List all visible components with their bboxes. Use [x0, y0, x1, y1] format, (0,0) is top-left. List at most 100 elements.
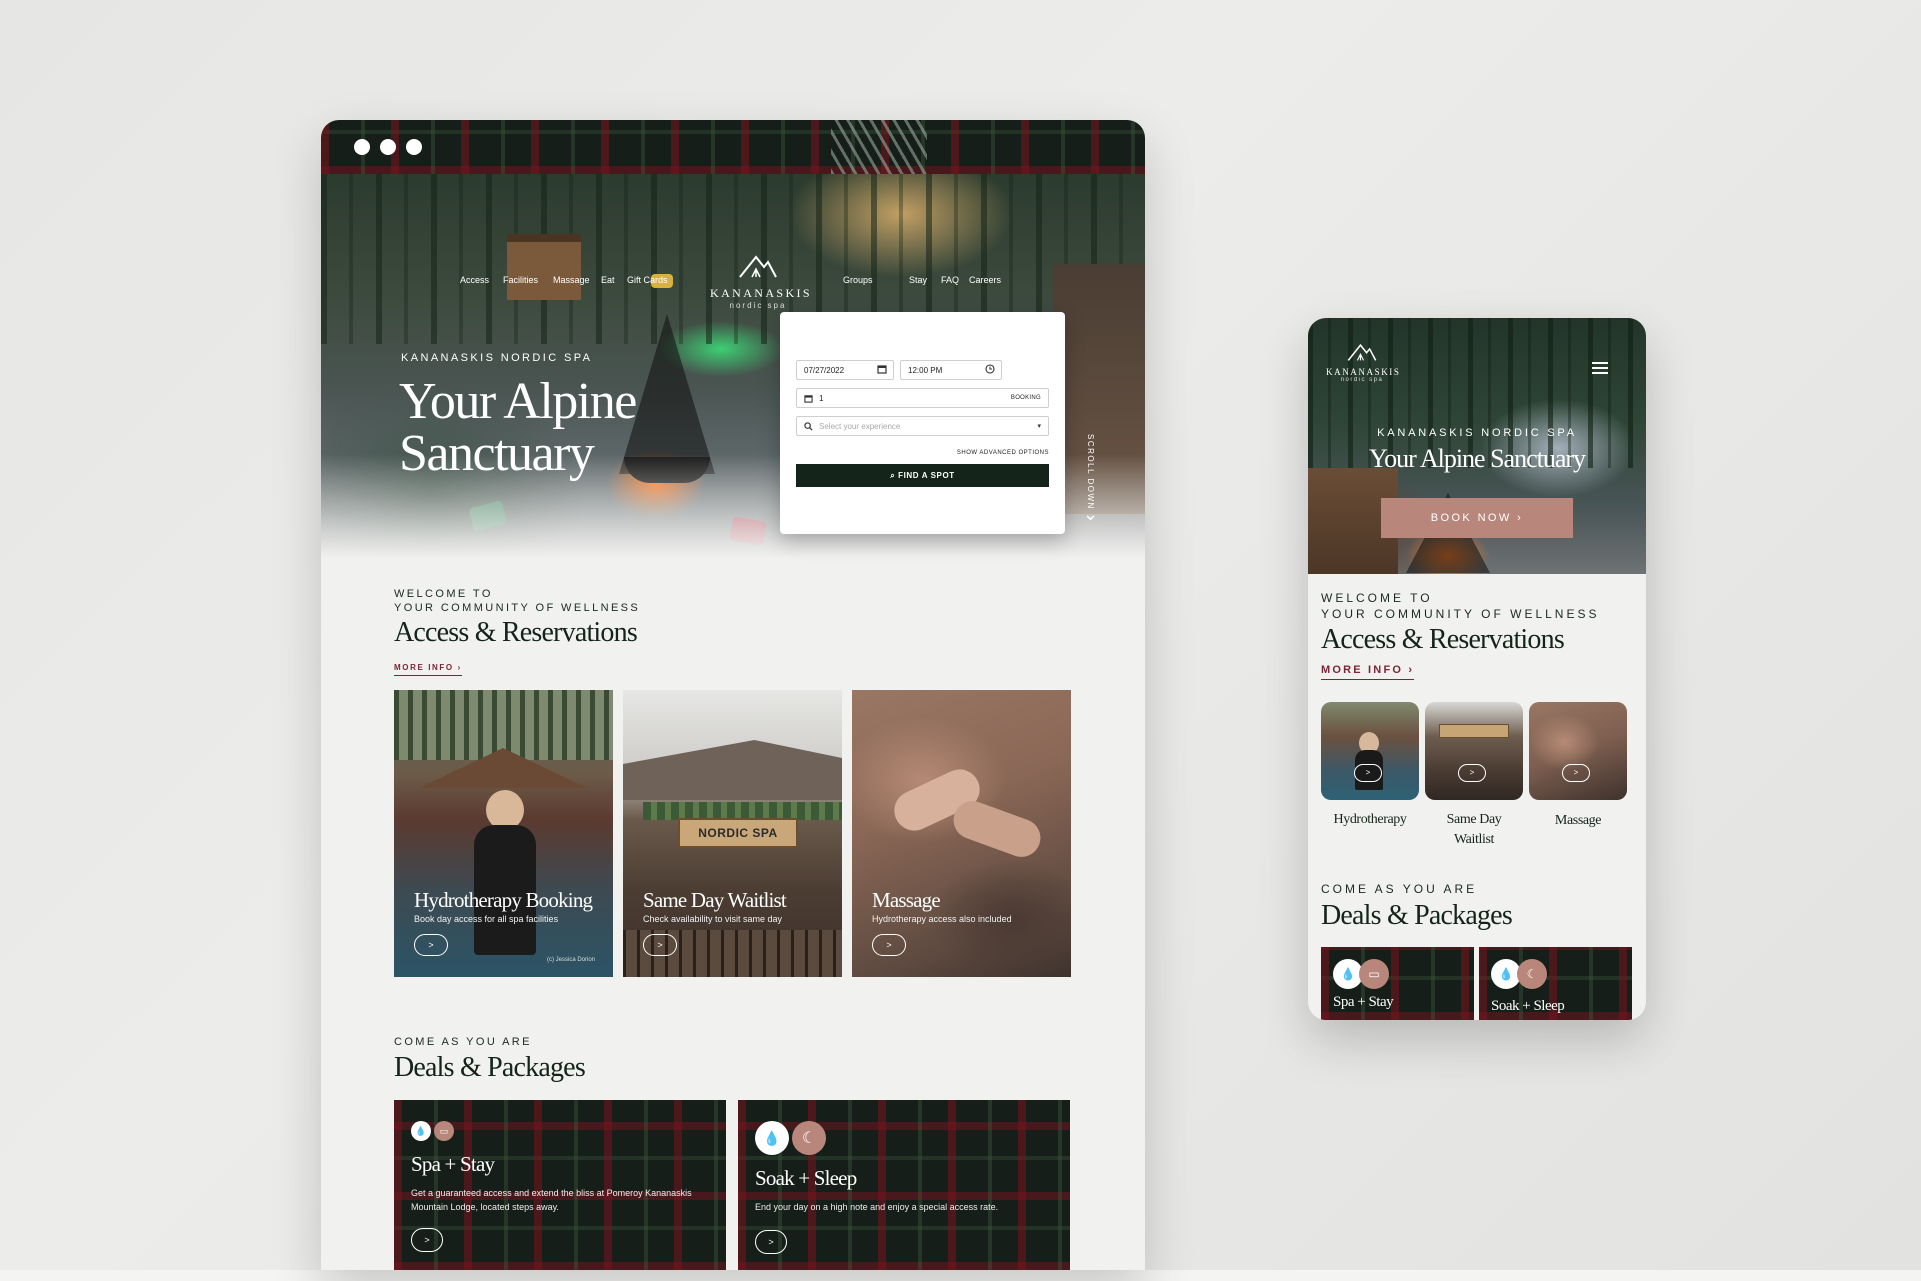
card-go-button[interactable]: > — [414, 934, 448, 956]
search-icon — [804, 421, 813, 431]
card-person — [486, 790, 524, 830]
mobile-access-eyebrow: WELCOME TO YOUR COMMUNITY OF WELLNESS — [1321, 590, 1599, 622]
mobile-card-label: Massage — [1529, 811, 1627, 831]
bed-icon: ▭ — [434, 1121, 454, 1141]
deal-go-button[interactable]: > — [755, 1230, 787, 1254]
calendar-icon — [877, 365, 887, 374]
find-spot-label: FIND A SPOT — [898, 470, 955, 480]
card-desc: Check availability to visit same day — [643, 914, 783, 924]
nav-eat[interactable]: Eat — [601, 275, 615, 285]
deal-title: Soak + Sleep — [1491, 998, 1565, 1014]
massage-card[interactable]: Massage Hydrotherapy access also include… — [852, 690, 1071, 977]
deal-text: End your day on a high note and enjoy a … — [755, 1202, 999, 1212]
hero-title: Your Alpine Sanctuary — [1368, 444, 1586, 473]
mobile-deal-soak-sleep[interactable]: 💧 ☾ Soak + Sleep — [1479, 947, 1632, 1020]
more-info-link[interactable]: MORE INFO › — [1321, 664, 1415, 680]
clock-icon — [985, 364, 995, 374]
photo-credit: (c) Jessica Dorion — [546, 957, 595, 963]
mobile-card-massage[interactable]: > — [1529, 702, 1627, 800]
mobile-card-waitlist[interactable]: > — [1425, 702, 1523, 800]
site-logo[interactable]: KANANASKIS nordic spa — [710, 253, 813, 310]
hero-eyebrow: KANANASKIS NORDIC SPA — [1377, 427, 1577, 439]
deal-card-spa-stay[interactable]: 💧 ▭ Spa + Stay Get a guaranteed access a… — [394, 1100, 726, 1270]
mountain-logo-icon — [1347, 343, 1377, 361]
book-now-button[interactable]: BOOK NOW › — [1381, 498, 1573, 538]
access-title: Access & Reservations — [1321, 624, 1565, 655]
nav-access[interactable]: Access — [460, 275, 489, 285]
hero-eyebrow: KANANASKIS NORDIC SPA — [401, 352, 593, 364]
nav-stay[interactable]: Stay — [909, 275, 927, 285]
card-go-button[interactable]: > — [1458, 764, 1486, 782]
more-info-label: MORE INFO — [1321, 664, 1404, 676]
mobile-mockup: KANANASKIS nordic spa KANANASKIS NORDIC … — [1308, 318, 1646, 1020]
label-line1: Hydrotherapy — [1333, 812, 1407, 827]
topbar-stripes — [831, 120, 927, 174]
chevron-down-icon[interactable]: ⌄ — [1083, 504, 1098, 525]
guests-field[interactable]: 1 BOOKING — [796, 388, 1049, 408]
scroll-down-label[interactable]: SCROLL DOWN — [1086, 434, 1095, 510]
card-go-button[interactable]: > — [1354, 764, 1382, 782]
guests-value: 1 — [819, 393, 824, 403]
label-line2: Waitlist — [1453, 832, 1494, 847]
date-value: 07/27/2022 — [804, 365, 845, 375]
card-desc: Hydrotherapy access also included — [872, 914, 1012, 924]
card-hand — [948, 795, 1046, 863]
nav-careers[interactable]: Careers — [969, 275, 1001, 285]
advanced-options-link[interactable]: SHOW ADVANCED OPTIONS — [957, 450, 1049, 456]
mobile-deal-spa-stay[interactable]: 💧 ▭ Spa + Stay — [1321, 947, 1474, 1020]
booking-widget: 07/27/2022 12:00 PM 1 BOOKING Select you… — [780, 312, 1065, 534]
nav-groups[interactable]: Groups — [843, 275, 873, 285]
mobile-card-hydrotherapy[interactable]: > — [1321, 702, 1419, 800]
deal-go-button[interactable]: > — [411, 1228, 443, 1252]
logo-word: KANANASKIS — [710, 286, 813, 300]
calendar-icon — [804, 394, 813, 403]
time-field[interactable]: 12:00 PM — [900, 360, 1002, 380]
caret-down-icon: ▾ — [1037, 423, 1041, 430]
nav-facilities[interactable]: Facilities — [503, 275, 538, 285]
access-title: Access & Reservations — [394, 617, 638, 648]
hero-section: SCROLL DOWN ⌄ KANANASKIS NORDIC SPA Your… — [321, 174, 1145, 564]
waitlist-card[interactable]: NORDIC SPA Same Day Waitlist Check avail… — [623, 690, 842, 977]
hero-title: Your Alpine Sanctuary — [399, 373, 637, 482]
card-go-button[interactable]: > — [872, 934, 906, 956]
access-eyebrow-line2: YOUR COMMUNITY OF WELLNESS — [1321, 607, 1600, 621]
card-go-button[interactable]: > — [643, 934, 677, 956]
more-info-link[interactable]: MORE INFO › — [394, 663, 462, 676]
card-go-button[interactable]: > — [1562, 764, 1590, 782]
date-field[interactable]: 07/27/2022 — [796, 360, 894, 380]
hamburger-menu-icon[interactable] — [1592, 362, 1608, 374]
access-eyebrow-line1: WELCOME TO — [1321, 591, 1433, 605]
deals-title: Deals & Packages — [394, 1052, 586, 1083]
experience-select[interactable]: Select your experience ▾ — [796, 416, 1049, 436]
nav-faq[interactable]: FAQ — [941, 275, 959, 285]
water-drop-icon: 💧 — [411, 1121, 431, 1141]
hero-cabin — [507, 234, 581, 300]
background-strip — [0, 1270, 1921, 1281]
mountain-logo-icon — [739, 255, 777, 278]
mobile-card-label: Hydrotherapy — [1321, 810, 1419, 830]
hydrotherapy-card[interactable]: Hydrotherapy Booking Book day access for… — [394, 690, 613, 977]
access-eyebrow-line2: YOUR COMMUNITY OF WELLNESS — [394, 602, 641, 614]
guests-suffix: BOOKING — [1010, 395, 1041, 401]
chevron-right-icon: › — [1408, 664, 1415, 676]
nav-gift-cards[interactable]: Gift Cards — [627, 275, 668, 285]
card-title: Same Day Waitlist — [643, 888, 787, 912]
card-desc: Book day access for all spa facilities — [414, 914, 559, 924]
logo-word: KANANASKIS — [1326, 367, 1401, 377]
chevron-right-icon: › — [457, 663, 462, 672]
book-now-label: BOOK NOW — [1430, 512, 1512, 524]
deal-card-soak-sleep[interactable]: 💧 ☾ Soak + Sleep End your day on a high … — [738, 1100, 1070, 1270]
deals-eyebrow: COME AS YOU ARE — [1321, 882, 1478, 896]
desktop-mockup: SCROLL DOWN ⌄ KANANASKIS NORDIC SPA Your… — [321, 120, 1145, 1270]
card-lodge — [623, 740, 842, 800]
bed-icon: ▭ — [1359, 959, 1389, 989]
mobile-hero: KANANASKIS nordic spa KANANASKIS NORDIC … — [1308, 318, 1646, 574]
deal-title: Spa + Stay — [411, 1152, 495, 1176]
find-spot-button[interactable]: ⌕ FIND A SPOT — [796, 464, 1049, 487]
time-value: 12:00 PM — [908, 365, 943, 375]
access-eyebrow: WELCOME TO YOUR COMMUNITY OF WELLNESS — [394, 587, 640, 615]
chevron-right-icon: › — [1517, 512, 1524, 524]
mobile-logo[interactable]: KANANASKIS nordic spa — [1326, 342, 1401, 383]
nav-massage[interactable]: Massage — [553, 275, 590, 285]
card-title: Hydrotherapy Booking — [414, 888, 593, 912]
